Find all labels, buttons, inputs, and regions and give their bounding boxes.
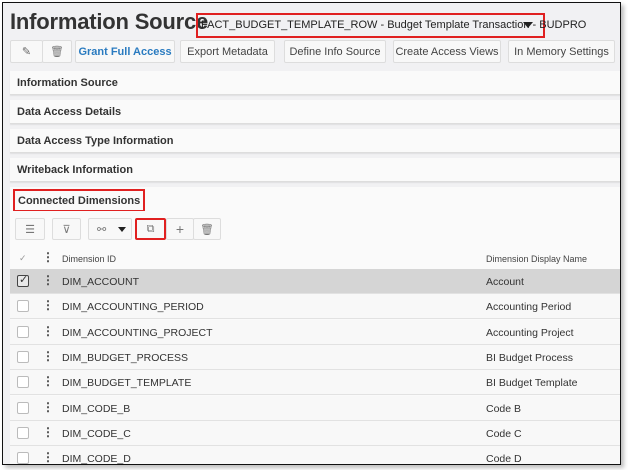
plus-icon: + xyxy=(175,221,185,237)
row-checkbox[interactable] xyxy=(17,300,29,313)
dimension-id: DIM_BUDGET_TEMPLATE xyxy=(62,377,192,390)
link-icon: ⚯ xyxy=(97,223,107,236)
section-data-access-type[interactable]: Data Access Type Information xyxy=(10,129,620,153)
dimension-id: DIM_ACCOUNTING_PERIOD xyxy=(62,301,204,314)
delete-dimension-button[interactable]: 🗑 xyxy=(193,218,221,240)
dimension-id: DIM_CODE_C xyxy=(62,427,131,440)
section-writeback[interactable]: Writeback Information xyxy=(10,158,620,182)
grant-full-access-button[interactable]: Grant Full Access xyxy=(75,40,175,63)
dimension-display-name: Code B xyxy=(486,402,522,415)
dimension-display-name: Accounting Period xyxy=(486,301,572,314)
row-checkbox[interactable] xyxy=(17,426,29,439)
kebab-icon[interactable]: ⋮ xyxy=(42,349,54,363)
row-checkbox[interactable] xyxy=(17,325,29,338)
section-information-source[interactable]: Information Source xyxy=(10,71,620,95)
delete-button[interactable]: 🗑 xyxy=(42,40,72,63)
caret-down-icon xyxy=(118,227,126,232)
row-checkbox[interactable] xyxy=(17,452,29,464)
action-dropdown-button[interactable]: ⚯ xyxy=(88,218,132,240)
table-row[interactable]: ✓ ⋮ DIM_ACCOUNT Account xyxy=(10,269,620,294)
pencil-icon: ✎ xyxy=(21,46,32,58)
trash-icon: 🗑 xyxy=(50,46,64,58)
kebab-icon[interactable]: ⋮ xyxy=(42,273,54,287)
information-source-page: Information Source FACT_BUDGET_TEMPLATE_… xyxy=(2,2,621,465)
table-row[interactable]: ⋮ DIM_BUDGET_PROCESS BI Budget Process xyxy=(10,344,620,370)
dimension-id: DIM_BUDGET_PROCESS xyxy=(62,351,189,364)
table-row[interactable]: ⋮ DIM_ACCOUNTING_PERIOD Accounting Period xyxy=(10,294,620,320)
filter-icon: ⊽ xyxy=(62,223,71,236)
dimension-display-name: Code C xyxy=(486,427,522,440)
export-metadata-button[interactable]: Export Metadata xyxy=(180,40,275,63)
section-data-access-details[interactable]: Data Access Details xyxy=(10,100,620,124)
table-row[interactable]: ⋮ DIM_CODE_C Code C xyxy=(10,420,620,446)
filter-button[interactable]: ⊽ xyxy=(52,218,81,240)
page-title: Information Source xyxy=(10,9,209,34)
caret-down-icon xyxy=(523,22,533,28)
kebab-icon[interactable]: ⋮ xyxy=(42,374,54,388)
dimension-display-name: Accounting Project xyxy=(486,326,574,339)
select-all-check[interactable]: ✓ xyxy=(19,253,27,264)
column-dimension-id[interactable]: Dimension ID xyxy=(62,254,116,264)
source-selector[interactable]: FACT_BUDGET_TEMPLATE_ROW - Budget Templa… xyxy=(196,13,586,38)
create-access-views-button[interactable]: Create Access Views xyxy=(393,40,501,63)
connected-dimensions-title[interactable]: Connected Dimensions xyxy=(13,189,146,212)
row-checkbox[interactable] xyxy=(17,350,29,363)
dimension-display-name: BI Budget Template xyxy=(486,377,578,390)
kebab-icon[interactable]: ⋮ xyxy=(42,425,54,439)
dimension-id: DIM_ACCOUNTING_PROJECT xyxy=(62,326,213,339)
list-icon: ☰ xyxy=(25,223,35,236)
kebab-icon[interactable]: ⋮ xyxy=(42,450,54,464)
kebab-icon[interactable]: ⋮ xyxy=(42,250,54,264)
dimension-display-name: Account xyxy=(486,276,524,288)
dimension-display-name: BI Budget Process xyxy=(486,351,573,364)
column-display-name[interactable]: Dimension Display Name xyxy=(486,254,587,264)
external-link-icon: ⧉ xyxy=(146,222,155,235)
table-row[interactable]: ⋮ DIM_CODE_B Code B xyxy=(10,395,620,421)
dimension-id: DIM_CODE_D xyxy=(62,453,131,465)
kebab-icon[interactable]: ⋮ xyxy=(42,298,54,312)
define-info-source-button[interactable]: Define Info Source xyxy=(284,40,386,63)
kebab-icon[interactable]: ⋮ xyxy=(42,324,54,338)
table-row[interactable]: ⋮ DIM_ACCOUNTING_PROJECT Accounting Projec… xyxy=(10,319,620,345)
table-header: ✓ ⋮ Dimension ID Dimension Display Name xyxy=(10,247,620,269)
dimension-id: DIM_CODE_B xyxy=(62,402,131,415)
dimension-display-name: Code D xyxy=(486,453,522,465)
in-memory-settings-button[interactable]: In Memory Settings xyxy=(508,40,615,63)
add-button[interactable]: + xyxy=(166,218,194,240)
columns-button[interactable]: ☰ xyxy=(15,218,45,240)
open-link-button[interactable]: ⧉ xyxy=(135,218,166,240)
table-row[interactable]: ⋮ DIM_BUDGET_TEMPLATE BI Budget Template xyxy=(10,370,620,396)
table-row[interactable]: ⋮ DIM_CODE_D Code D xyxy=(10,446,620,465)
edit-button[interactable]: ✎ xyxy=(10,40,43,63)
trash-icon: 🗑 xyxy=(200,223,214,236)
row-checkbox[interactable] xyxy=(17,401,29,414)
dimension-id: DIM_ACCOUNT xyxy=(62,276,140,288)
check-icon: ✓ xyxy=(19,274,29,286)
row-checkbox[interactable]: ✓ xyxy=(17,274,29,287)
row-checkbox[interactable] xyxy=(17,376,29,389)
kebab-icon[interactable]: ⋮ xyxy=(42,400,54,414)
